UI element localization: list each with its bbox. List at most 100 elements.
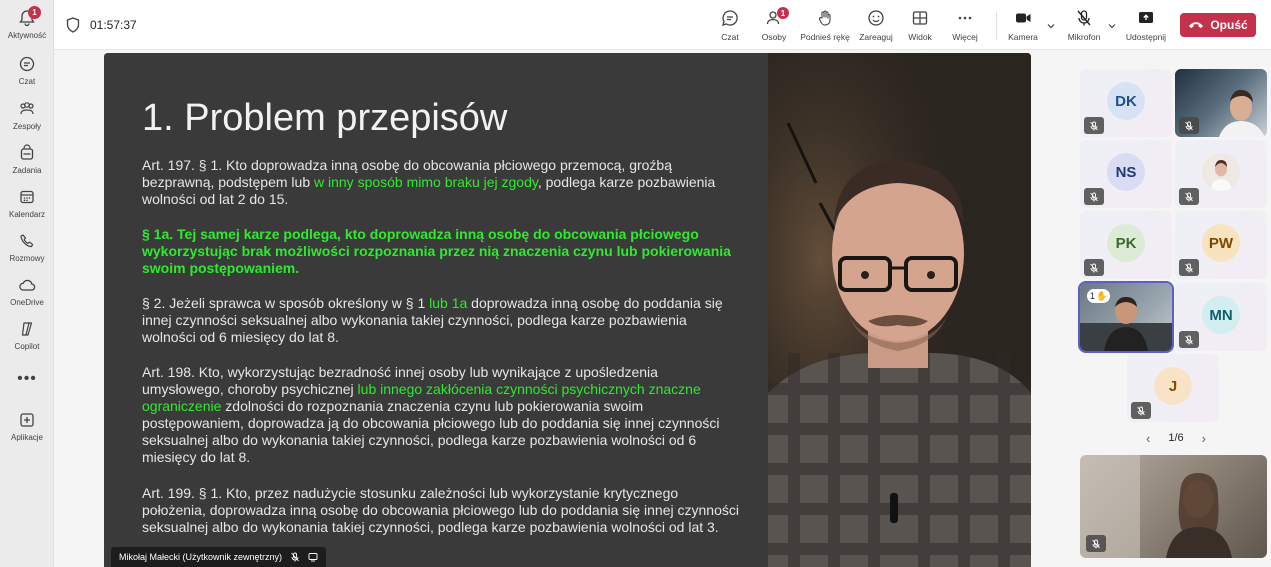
avatar: PK [1107, 224, 1145, 262]
self-video-tile[interactable] [1080, 455, 1267, 558]
chevron-down-icon[interactable] [1107, 21, 1117, 31]
mic-off-icon [1090, 121, 1098, 130]
view-button[interactable]: Widok [905, 8, 935, 46]
people-badge: 1 [777, 7, 789, 19]
mic-off-icon [1185, 335, 1193, 344]
mic-off-indicator [1086, 535, 1106, 552]
chat-label: Czat [721, 32, 739, 42]
rail-more-icon[interactable]: ••• [0, 370, 54, 388]
avatar: J [1154, 367, 1192, 405]
mic-label: Mikrofon [1067, 32, 1101, 42]
participant-tile[interactable]: MN [1175, 283, 1267, 351]
participant-video-tile[interactable] [1175, 69, 1267, 137]
mic-off-icon [1185, 263, 1193, 272]
rail-item-label: Rozmowy [9, 254, 45, 263]
share-screen-icon [1139, 12, 1153, 23]
participant-tile[interactable]: PK [1080, 211, 1172, 279]
raise-hand-button[interactable]: Podnieś rękę [799, 8, 851, 46]
mic-off-indicator [1084, 259, 1104, 276]
chevron-down-icon[interactable] [1046, 21, 1056, 31]
mic-off-icon [1077, 10, 1091, 26]
raised-hand-badge: 1 ✋ [1087, 289, 1111, 303]
slide-paragraph-art197: Art. 197. § 1. Kto doprowadza inną osobę… [142, 157, 742, 208]
share-button[interactable]: Udostępnij [1124, 8, 1168, 46]
smile-icon [868, 10, 884, 26]
cloud-icon [19, 279, 36, 291]
avatar [1202, 153, 1240, 191]
self-video-image [1080, 455, 1232, 558]
mic-off-indicator [1084, 188, 1104, 205]
rail-item-copilot[interactable]: Copilot [0, 317, 54, 359]
slide-paragraph-art198: Art. 198. Kto, wykorzystując bezradność … [142, 364, 742, 466]
phone-icon [20, 234, 34, 248]
more-label: Więcej [952, 32, 978, 42]
mic-off-icon [1092, 539, 1100, 548]
people-label: Osoby [761, 32, 787, 42]
rail-item-label: Zespoły [12, 122, 41, 131]
rail-item-label: Aktywność [7, 31, 47, 40]
presenter-video-image [768, 53, 1031, 567]
main-stage: 1. Problem przepisów Art. 197. § 1. Kto … [104, 53, 1031, 567]
raise-hand-label: Podnieś rękę [800, 32, 850, 42]
mic-off-indicator [1084, 117, 1104, 134]
rail-item-calendar[interactable]: Kalendarz [0, 185, 54, 227]
raised-hand-icon: ✋ [1096, 290, 1108, 301]
rail-item-teams[interactable]: Zespoły [0, 97, 54, 139]
participant-tile[interactable]: PW [1175, 211, 1267, 279]
screen-share-icon [308, 553, 318, 562]
rail-item-chat[interactable]: Czat [0, 52, 54, 94]
camera-button[interactable]: Kamera [1006, 8, 1040, 46]
avatar: PW [1202, 224, 1240, 262]
participants-pager: ‹ 1/6 › [1146, 430, 1206, 446]
shield-icon[interactable] [66, 17, 80, 33]
slide-paragraph-1a: § 1a. Tej samej karze podlega, kto dopro… [142, 226, 731, 276]
pager-next-button[interactable]: › [1202, 431, 1206, 446]
avatar: MN [1202, 296, 1240, 334]
avatar: DK [1107, 82, 1145, 120]
mic-off-indicator [1131, 402, 1151, 419]
mic-off-icon [1185, 121, 1193, 130]
mic-off-indicator [1179, 331, 1199, 348]
rail-item-label: Zadania [12, 166, 42, 175]
mic-off-indicator [1179, 117, 1199, 134]
paragraph-text: § 2. Jeżeli sprawca w sposób określony w… [142, 295, 430, 311]
mic-off-indicator [1179, 188, 1199, 205]
participant-tile[interactable]: DK [1080, 69, 1172, 137]
rail-item-apps[interactable]: Aplikacje [0, 408, 54, 450]
rail-item-label: Czat [18, 77, 36, 86]
activity-badge: 1 [28, 6, 41, 19]
participant-tile[interactable] [1175, 140, 1267, 208]
react-button[interactable]: Zareaguj [857, 8, 895, 46]
rail-item-calls[interactable]: Rozmowy [0, 229, 54, 271]
rail-item-label: Kalendarz [8, 210, 46, 219]
mic-off-icon [1185, 192, 1193, 201]
people-button[interactable]: 1 Osoby [759, 7, 789, 46]
app-rail: 1 Aktywność Czat Zespoły Zadania Kalenda… [0, 0, 54, 567]
toolbar-divider [996, 12, 997, 40]
paragraph-highlight: w inny sposób mimo braku jej zgody [314, 174, 538, 190]
calendar-icon [20, 190, 34, 204]
more-button[interactable]: Więcej [948, 8, 982, 46]
participant-tile[interactable]: NS [1080, 140, 1172, 208]
pager-prev-button[interactable]: ‹ [1146, 431, 1150, 446]
meeting-toolbar: 01:57:37 Czat 1 Osoby Podnieś rękę Zarea… [54, 0, 1271, 50]
slide-paragraph-2: § 2. Jeżeli sprawca w sposób określony w… [142, 295, 742, 346]
rail-item-tasks[interactable]: Zadania [0, 141, 54, 183]
mic-button[interactable]: Mikrofon [1064, 8, 1104, 46]
avatar: NS [1107, 153, 1145, 191]
teams-icon [20, 102, 34, 115]
mic-off-icon [291, 552, 299, 562]
leave-button[interactable]: Opuść [1180, 13, 1256, 37]
rail-item-onedrive[interactable]: OneDrive [0, 273, 54, 315]
participant-tile[interactable]: J [1127, 354, 1219, 422]
tasks-icon [20, 144, 34, 160]
chat-icon [19, 56, 35, 72]
rail-item-label: Copilot [14, 342, 40, 351]
rail-item-activity[interactable]: 1 Aktywność [0, 6, 54, 48]
mic-off-icon [1090, 263, 1098, 272]
chat-button[interactable]: Czat [717, 8, 743, 46]
view-label: Widok [908, 32, 932, 42]
paragraph-text: zdolności do rozpoznania znaczenia czynu… [142, 398, 720, 465]
share-label: Udostępnij [1125, 32, 1167, 42]
participant-video-tile-active[interactable]: 1 ✋ [1078, 281, 1174, 353]
